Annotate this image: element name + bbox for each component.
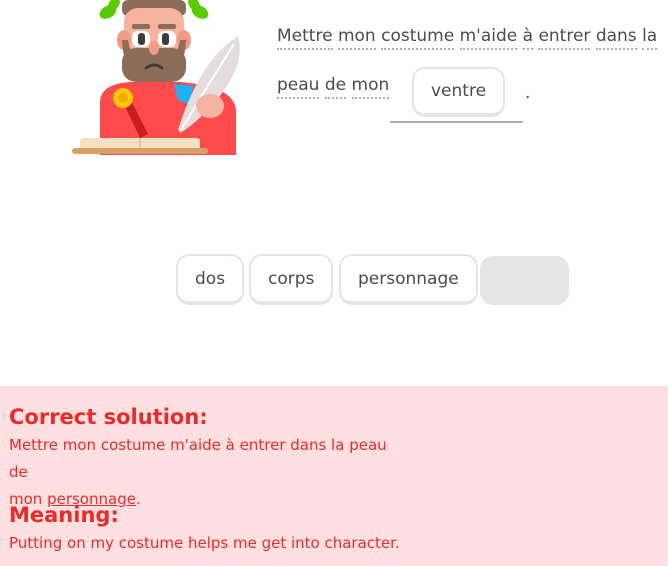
meaning-text: Putting on my costume helps me get into … (9, 534, 400, 552)
sentence-line-2: peau de mon (277, 75, 390, 99)
placed-answer-tile[interactable]: ventre (412, 67, 506, 117)
sentence-word[interactable]: m'aide (459, 26, 518, 50)
solution-line-1: Mettre mon costume m'aide à entrer dans … (9, 436, 387, 481)
correct-solution-text: Mettre mon costume m'aide à entrer dans … (9, 432, 409, 513)
sentence-period: . (525, 83, 531, 103)
word-bank-tile-personnage[interactable]: personnage (339, 254, 478, 305)
character-illustration-icon (70, 0, 250, 160)
sentence-word[interactable]: mon (337, 26, 376, 50)
word-bank-tile-dos[interactable]: dos (176, 254, 245, 305)
correct-solution-heading: Correct solution: (9, 405, 208, 429)
sentence-word[interactable]: dans (595, 26, 637, 50)
sentence-word[interactable]: costume (381, 26, 455, 50)
word-bank-empty-slot (480, 256, 569, 305)
sentence-word[interactable]: peau (277, 75, 320, 99)
sentence-word[interactable]: de (324, 75, 347, 99)
sentence-word[interactable]: mon (351, 75, 390, 99)
sentence-word[interactable]: Mettre (277, 26, 333, 50)
solution-suffix: . (135, 490, 141, 508)
sentence-word[interactable]: entrer (538, 26, 591, 50)
sentence-line-1: Mettre mon costume m'aide à entrer dans … (277, 26, 658, 50)
meaning-heading: Meaning: (9, 503, 119, 527)
incorrect-feedback-panel: Correct solution: Mettre mon costume m'a… (0, 386, 668, 566)
word-bank-tile-corps[interactable]: corps (249, 254, 334, 305)
sentence-word[interactable]: à (522, 26, 534, 50)
sentence-word[interactable]: la (642, 26, 658, 50)
